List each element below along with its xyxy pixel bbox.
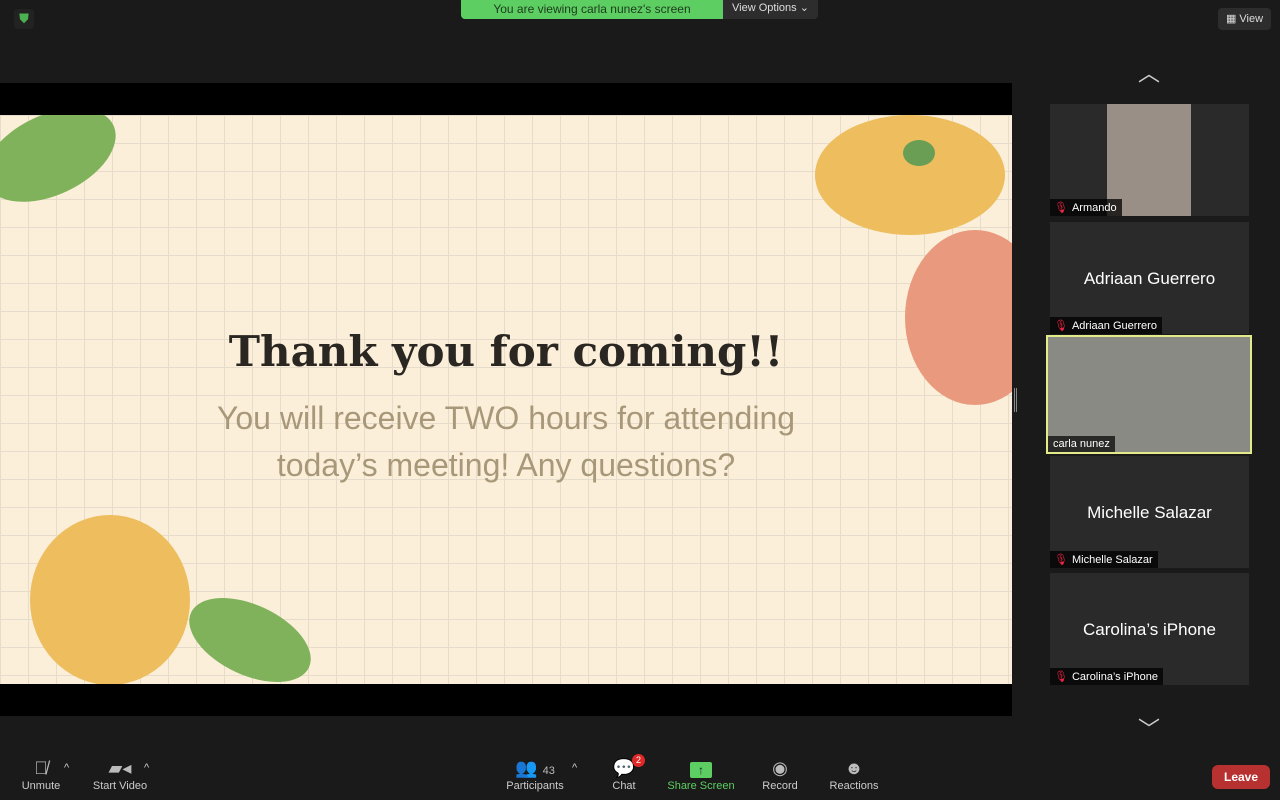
start-video-label: Start Video: [92, 780, 148, 792]
resize-handle[interactable]: [1014, 388, 1017, 412]
security-shield-icon[interactable]: ⛊: [14, 9, 34, 29]
participant-display-name: Michelle Salazar: [1087, 503, 1212, 522]
reactions-label: Reactions: [829, 780, 879, 792]
participants-options-caret[interactable]: ^: [572, 762, 577, 774]
record-button[interactable]: ◉ Record: [760, 756, 800, 792]
slide-subtitle: You will receive TWO hours for attending…: [216, 400, 796, 483]
participant-tile[interactable]: 🎙 Armando: [1050, 104, 1249, 216]
flower-center: [903, 140, 935, 166]
flower-decoration: [905, 230, 1012, 405]
participant-tile[interactable]: Adriaan Guerrero 🎙 Adriaan Guerrero: [1050, 222, 1249, 334]
video-options-caret[interactable]: ^: [144, 762, 149, 774]
scroll-down-chevron-icon[interactable]: ﹀: [1133, 712, 1165, 744]
view-button[interactable]: ▦ View: [1218, 8, 1271, 30]
chat-badge: 2: [632, 754, 645, 767]
muted-mic-icon: 🎙: [1054, 320, 1068, 332]
participant-name: Carolina’s iPhone: [1071, 671, 1158, 683]
participant-name: carla nunez: [1048, 436, 1115, 452]
slide: Thank you for coming!! You will receive …: [0, 115, 1012, 684]
participant-name: Adriaan Guerrero: [1071, 320, 1157, 332]
participants-icon: 👥: [515, 758, 538, 778]
record-label: Record: [762, 780, 798, 792]
viewing-banner: You are viewing carla nunez's screen: [461, 0, 723, 19]
flower-decoration: [30, 515, 190, 684]
leaf-decoration: [0, 115, 131, 221]
muted-mic-icon: 🎙: [1054, 202, 1068, 214]
reactions-button[interactable]: ☻ Reactions: [826, 756, 882, 792]
view-options-button[interactable]: View Options ⌄: [723, 0, 818, 19]
share-screen-icon: ↑: [690, 762, 712, 778]
reactions-icon: ☻: [844, 758, 864, 778]
video-off-icon: ▰◂: [108, 758, 132, 778]
chat-label: Chat: [612, 780, 636, 792]
grid-icon: ▦: [1225, 13, 1240, 25]
leave-button[interactable]: Leave: [1212, 765, 1270, 789]
participant-name: Michelle Salazar: [1071, 554, 1153, 566]
flower-decoration: [815, 115, 1005, 235]
participant-display-name: Carolina’s iPhone: [1083, 620, 1216, 639]
muted-mic-icon: 🎙: [1054, 554, 1068, 566]
audio-options-caret[interactable]: ^: [64, 762, 69, 774]
participant-name: Armando: [1071, 202, 1117, 214]
participant-tile[interactable]: Carolina’s iPhone 🎙 Carolina’s iPhone: [1050, 573, 1249, 685]
participant-display-name: Adriaan Guerrero: [1083, 269, 1216, 288]
muted-mic-icon: 🎙: [1054, 671, 1068, 683]
share-screen-label: Share Screen: [667, 780, 735, 792]
share-screen-button[interactable]: ↑ Share Screen: [665, 756, 737, 792]
start-video-button[interactable]: ▰◂ Start Video: [88, 756, 152, 792]
leaf-decoration: [176, 580, 324, 684]
participant-tile-active-speaker[interactable]: carla nunez: [1046, 335, 1252, 454]
slide-title: Thank you for coming!!: [228, 327, 784, 376]
muted-microphone-icon: 🎙̸: [34, 758, 48, 778]
unmute-label: Unmute: [21, 780, 61, 792]
unmute-button[interactable]: 🎙̸ Unmute: [18, 756, 64, 792]
participant-tile[interactable]: Michelle Salazar 🎙 Michelle Salazar: [1050, 456, 1249, 568]
chat-button[interactable]: 💬 2 Chat: [607, 754, 645, 792]
scroll-up-chevron-icon[interactable]: ︿: [1133, 56, 1165, 88]
view-label: View: [1239, 13, 1264, 25]
participants-button[interactable]: 👥 43 Participants: [503, 756, 567, 792]
participants-count: 43: [542, 765, 555, 777]
record-icon: ◉: [772, 758, 788, 778]
participants-label: Participants: [506, 780, 564, 792]
